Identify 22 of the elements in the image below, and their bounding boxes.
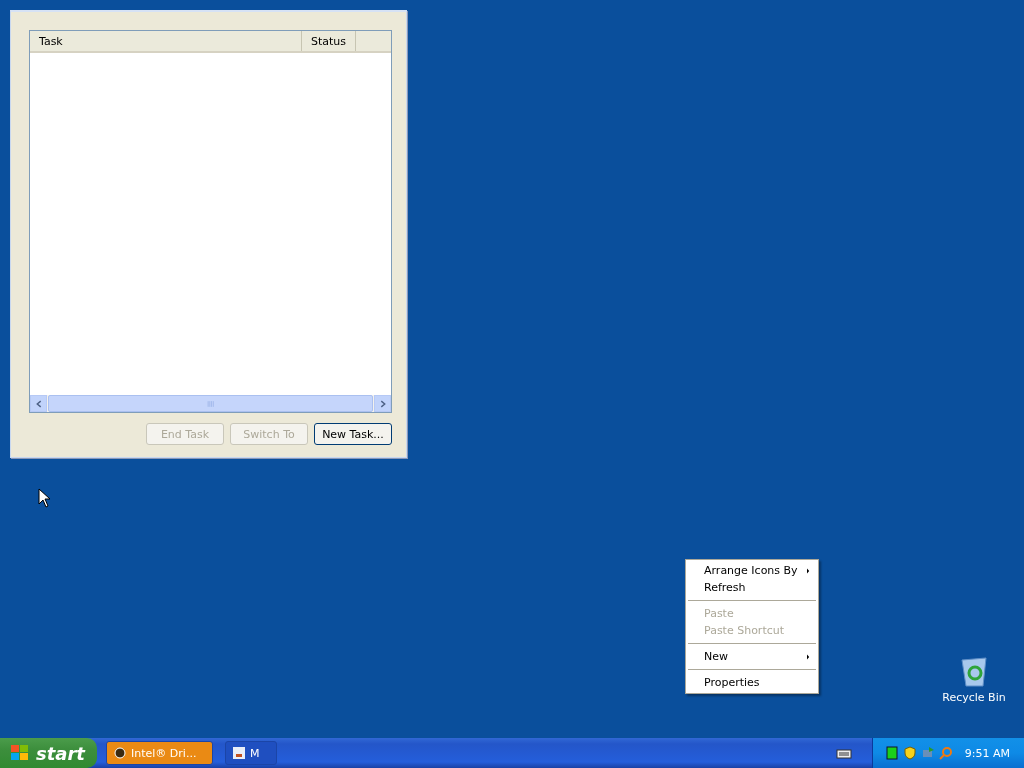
- horizontal-scrollbar[interactable]: [30, 395, 391, 412]
- grip-icon: [206, 399, 215, 408]
- submenu-arrow-icon: [807, 566, 812, 575]
- shield-icon: [902, 746, 917, 760]
- monitor-icon: [884, 746, 899, 760]
- menu-item[interactable]: Refresh: [686, 579, 818, 596]
- keyboard-icon[interactable]: [835, 747, 852, 759]
- icon-label[interactable]: Recycle Bin: [942, 691, 1006, 704]
- menu-item[interactable]: New: [686, 648, 818, 665]
- menu-item[interactable]: Properties: [686, 674, 818, 691]
- recycle-bin-icon: [959, 656, 989, 688]
- clock[interactable]: 9:51 AM: [964, 746, 1010, 760]
- windows-logo-icon: [10, 744, 30, 762]
- column-header[interactable]: Status: [302, 31, 357, 51]
- magnifier-icon: [938, 746, 953, 760]
- taskbar-button[interactable]: M: [225, 741, 277, 765]
- column-header[interactable]: Task: [30, 31, 302, 51]
- dialog-button[interactable]: New Task...: [314, 423, 392, 445]
- menu-item[interactable]: Arrange Icons By: [686, 562, 818, 579]
- cursor-icon: [38, 488, 50, 508]
- submenu-arrow-icon: [807, 652, 812, 661]
- start-button[interactable]: start: [0, 738, 97, 768]
